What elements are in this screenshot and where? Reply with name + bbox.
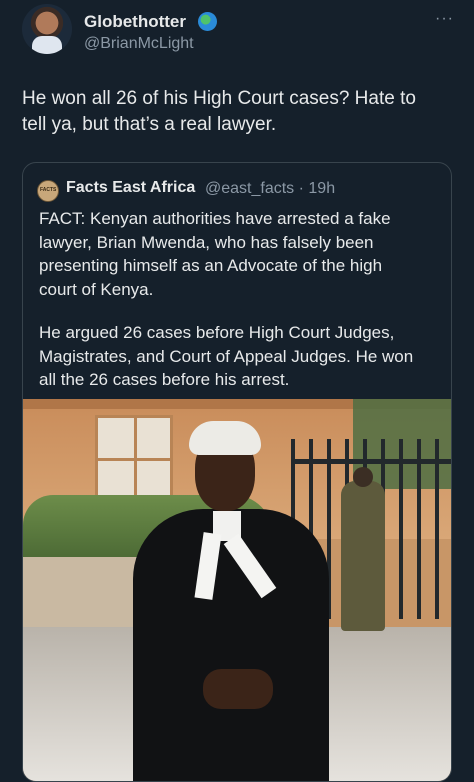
handle[interactable]: @BrianMcLight [84, 35, 194, 53]
quoted-photo[interactable] [23, 399, 451, 781]
quoted-tweet[interactable]: Facts East Africa @east_facts · 19h FACT… [22, 162, 452, 782]
more-icon[interactable]: ··· [435, 10, 454, 28]
quoted-avatar[interactable] [37, 180, 59, 202]
quoted-text-paragraph-2: He argued 26 cases before High Court Jud… [39, 323, 414, 389]
window [95, 415, 173, 501]
barrister-wig [189, 421, 261, 455]
clasped-hands [203, 669, 273, 709]
tweet-text: He won all 26 of his High Court cases? H… [22, 88, 416, 135]
gate-crossbar [291, 459, 451, 464]
quoted-display-name[interactable]: Facts East Africa [66, 179, 195, 197]
avatar[interactable] [22, 4, 72, 54]
tweet-header: Globethotter @BrianMcLight ··· [22, 4, 462, 56]
display-name[interactable]: Globethotter [84, 12, 186, 32]
quoted-handle-time[interactable]: @east_facts · 19h [205, 180, 335, 198]
quoted-text-paragraph-1: FACT: Kenyan authorities have arrested a… [39, 209, 391, 299]
soldier-figure [341, 467, 385, 631]
globe-icon [198, 12, 217, 31]
